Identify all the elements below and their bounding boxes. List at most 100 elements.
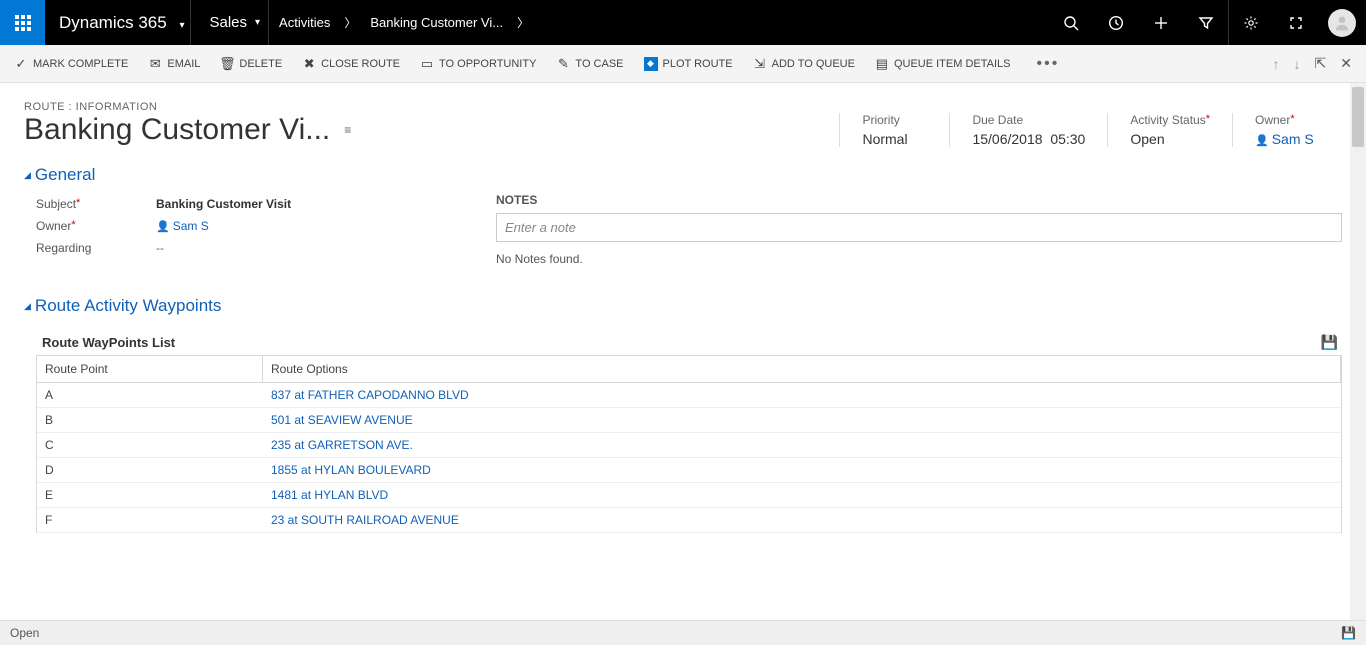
filter-button[interactable] bbox=[1183, 0, 1228, 45]
cmd-overflow[interactable]: ••• bbox=[1031, 55, 1066, 73]
search-button[interactable] bbox=[1048, 0, 1093, 45]
cmd-delete[interactable]: 🗑DELETE bbox=[220, 57, 282, 71]
field-label: Subject* bbox=[36, 197, 156, 211]
cell-route-option-link[interactable]: 235 at GARRETSON AVE. bbox=[263, 433, 1341, 457]
column-header-route-options[interactable]: Route Options bbox=[263, 356, 1341, 382]
cmd-plot-route[interactable]: ◆PLOT ROUTE bbox=[644, 57, 733, 71]
notes-panel: NOTES Enter a note No Notes found. bbox=[496, 193, 1342, 266]
page-scrollbar[interactable] bbox=[1350, 83, 1366, 620]
queue-details-icon: ▤ bbox=[875, 57, 889, 71]
cell-route-point: A bbox=[37, 383, 263, 407]
global-actions bbox=[1048, 0, 1366, 45]
record-title: Banking Customer Vi... ≡ bbox=[24, 113, 351, 147]
due-time-value: 05:30 bbox=[1050, 131, 1085, 147]
column-header-route-point[interactable]: Route Point bbox=[37, 356, 263, 382]
queue-add-icon: ⇲ bbox=[753, 57, 767, 71]
summary-activity-status: Activity Status* Open bbox=[1107, 113, 1232, 147]
field-label: Owner* bbox=[36, 219, 156, 233]
person-icon bbox=[1333, 14, 1351, 32]
cmd-label: QUEUE ITEM DETAILS bbox=[894, 58, 1011, 70]
new-button[interactable] bbox=[1138, 0, 1183, 45]
cell-route-option-link[interactable]: 837 at FATHER CAPODANNO BLVD bbox=[263, 383, 1341, 407]
person-icon: 👤 bbox=[1255, 135, 1269, 147]
nav-down-button[interactable]: ↓ bbox=[1294, 56, 1301, 72]
notes-empty-message: No Notes found. bbox=[496, 252, 1342, 266]
trash-icon: 🗑 bbox=[220, 57, 234, 71]
user-avatar[interactable] bbox=[1328, 9, 1356, 37]
popout-button[interactable]: ⇱ bbox=[1315, 55, 1327, 72]
general-fields: Subject* Banking Customer Visit Owner* 👤… bbox=[36, 193, 496, 266]
check-icon: ✓ bbox=[14, 57, 28, 71]
table-row[interactable]: D1855 at HYLAN BOULEVARD bbox=[37, 458, 1341, 483]
cmd-to-opportunity[interactable]: ▭TO OPPORTUNITY bbox=[420, 57, 536, 71]
section-header-general[interactable]: ◢ General bbox=[0, 161, 1366, 193]
global-nav-bar: Dynamics 365 ▾ Sales ▾ Activities 〉 Bank… bbox=[0, 0, 1366, 45]
notes-input[interactable]: Enter a note bbox=[496, 213, 1342, 242]
record-title-text: Banking Customer Vi... bbox=[24, 113, 330, 147]
footer-save-button[interactable]: 💾 bbox=[1341, 626, 1356, 640]
summary-label: Activity Status* bbox=[1130, 113, 1210, 127]
table-row[interactable]: E1481 at HYLAN BLVD bbox=[37, 483, 1341, 508]
recent-button[interactable] bbox=[1093, 0, 1138, 45]
table-row[interactable]: F23 at SOUTH RAILROAD AVENUE bbox=[37, 508, 1341, 533]
breadcrumb-record[interactable]: Banking Customer Vi... bbox=[360, 0, 513, 45]
field-label: Regarding bbox=[36, 241, 156, 255]
summary-value: 15/06/2018 05:30 bbox=[972, 131, 1085, 147]
waypoints-save-button[interactable]: 💾 bbox=[1321, 334, 1338, 351]
cmd-email[interactable]: ✉EMAIL bbox=[148, 57, 200, 71]
due-date-value: 15/06/2018 bbox=[972, 131, 1042, 147]
table-row[interactable]: B501 at SEAVIEW AVENUE bbox=[37, 408, 1341, 433]
header-summary: Priority Normal Due Date 15/06/2018 05:3… bbox=[839, 113, 1342, 147]
search-icon bbox=[1063, 15, 1079, 31]
summary-label: Owner* bbox=[1255, 113, 1336, 127]
cmd-label: TO OPPORTUNITY bbox=[439, 58, 536, 70]
cmd-close-route[interactable]: ✖CLOSE ROUTE bbox=[302, 57, 400, 71]
wrench-icon: ✎ bbox=[556, 57, 570, 71]
field-value[interactable]: -- bbox=[156, 241, 164, 255]
cmd-label: ADD TO QUEUE bbox=[772, 58, 855, 70]
cell-route-option-link[interactable]: 1855 at HYLAN BOULEVARD bbox=[263, 458, 1341, 482]
expand-icon bbox=[1288, 15, 1304, 31]
close-form-button[interactable]: ✕ bbox=[1340, 55, 1352, 72]
waypoints-section-body: Route WayPoints List 💾 Route Point Route… bbox=[0, 334, 1366, 545]
form-selector-button[interactable]: ≡ bbox=[344, 123, 351, 137]
cell-route-option-link[interactable]: 501 at SEAVIEW AVENUE bbox=[263, 408, 1341, 432]
fullscreen-button[interactable] bbox=[1273, 0, 1318, 45]
waypoints-list-title: Route WayPoints List bbox=[42, 335, 175, 350]
field-regarding: Regarding -- bbox=[36, 237, 496, 259]
mail-icon: ✉ bbox=[148, 57, 162, 71]
settings-button[interactable] bbox=[1228, 0, 1273, 45]
cmd-queue-item-details[interactable]: ▤ QUEUE ITEM DETAILS bbox=[875, 57, 1011, 71]
cmd-label: PLOT ROUTE bbox=[663, 58, 733, 70]
cell-route-option-link[interactable]: 1481 at HYLAN BLVD bbox=[263, 483, 1341, 507]
chevron-right-icon: 〉 bbox=[340, 14, 360, 31]
field-owner-link[interactable]: 👤Sam S bbox=[156, 219, 209, 233]
summary-label: Priority bbox=[862, 113, 927, 127]
brand-menu[interactable]: Dynamics 365 ▾ bbox=[45, 13, 190, 33]
cmd-label: CLOSE ROUTE bbox=[321, 58, 400, 70]
field-owner: Owner* 👤Sam S bbox=[36, 215, 496, 237]
cell-route-point: C bbox=[37, 433, 263, 457]
app-launcher-button[interactable] bbox=[0, 0, 45, 45]
general-section-body: Subject* Banking Customer Visit Owner* 👤… bbox=[0, 193, 1366, 292]
summary-owner-link[interactable]: 👤Sam S bbox=[1255, 131, 1336, 147]
field-value[interactable]: Banking Customer Visit bbox=[156, 197, 291, 211]
section-header-waypoints[interactable]: ◢ Route Activity Waypoints bbox=[0, 292, 1366, 324]
table-row[interactable]: C235 at GARRETSON AVE. bbox=[37, 433, 1341, 458]
plus-icon bbox=[1153, 15, 1169, 31]
form-type-label: ROUTE : INFORMATION bbox=[24, 101, 351, 113]
breadcrumb-activities[interactable]: Activities bbox=[269, 0, 340, 45]
table-row[interactable]: A837 at FATHER CAPODANNO BLVD bbox=[37, 383, 1341, 408]
cell-route-point: B bbox=[37, 408, 263, 432]
cell-route-option-link[interactable]: 23 at SOUTH RAILROAD AVENUE bbox=[263, 508, 1341, 532]
cmd-add-to-queue[interactable]: ⇲ ADD TO QUEUE bbox=[753, 57, 855, 71]
notes-heading: NOTES bbox=[496, 193, 1342, 207]
cmd-mark-complete[interactable]: ✓MARK COMPLETE bbox=[14, 57, 128, 71]
cmd-to-case[interactable]: ✎TO CASE bbox=[556, 57, 623, 71]
scroll-thumb[interactable] bbox=[1352, 87, 1364, 147]
section-title: Route Activity Waypoints bbox=[35, 296, 221, 316]
area-menu[interactable]: Sales ▾ bbox=[191, 0, 268, 45]
chevron-right-icon: 〉 bbox=[513, 14, 533, 31]
summary-owner: Owner* 👤Sam S bbox=[1232, 113, 1342, 147]
nav-up-button[interactable]: ↑ bbox=[1273, 56, 1280, 72]
